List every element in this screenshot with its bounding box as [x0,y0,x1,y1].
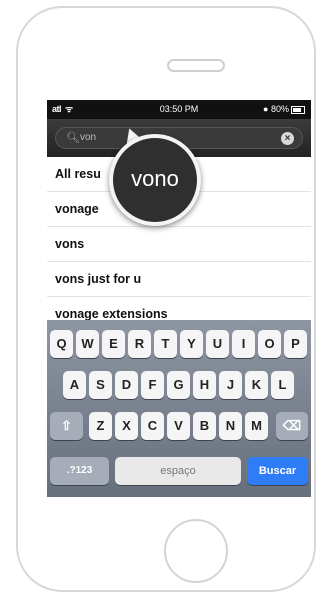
search-value: von [80,132,97,143]
space-key[interactable]: espaço [115,457,241,485]
key-d[interactable]: D [115,371,138,399]
key-m[interactable]: M [245,412,268,440]
battery-indicator: ● 80% [263,100,305,119]
text-magnifier-loupe: vono [109,134,201,226]
key-w[interactable]: W [76,330,99,358]
key-e[interactable]: E [102,330,125,358]
key-s[interactable]: S [89,371,112,399]
shift-key[interactable]: ⇧ [50,412,83,440]
keyboard: Q W E R T Y U I O P A S D F G H J K L ⇧ … [47,320,311,497]
shift-icon: ⇧ [61,418,72,433]
key-b[interactable]: B [193,412,216,440]
clear-icon[interactable]: × [281,132,294,145]
key-k[interactable]: K [245,371,268,399]
key-n[interactable]: N [219,412,242,440]
search-icon: 🔍︎ [66,132,80,144]
key-i[interactable]: I [232,330,255,358]
key-a[interactable]: A [63,371,86,399]
key-r[interactable]: R [128,330,151,358]
battery-icon [291,105,305,114]
backspace-key[interactable]: ⌫ [276,412,308,440]
key-o[interactable]: O [258,330,281,358]
numbers-key[interactable]: .?123 [50,457,109,485]
result-item[interactable]: vons just for u [47,262,311,297]
battery-percent: 80% [270,104,289,114]
key-y[interactable]: Y [180,330,203,358]
key-t[interactable]: T [154,330,177,358]
key-c[interactable]: C [141,412,164,440]
key-q[interactable]: Q [50,330,73,358]
key-f[interactable]: F [141,371,164,399]
phone-screen: atl ᯤ 03:50 PM ● 80% 🔍︎ von × All resu vo… [47,100,311,497]
speaker-slot [167,59,225,72]
key-g[interactable]: G [167,371,190,399]
backspace-icon: ⌫ [282,418,302,433]
result-item[interactable]: vons [47,227,311,262]
status-bar: atl ᯤ 03:50 PM ● 80% [47,100,311,119]
key-z[interactable]: Z [89,412,112,440]
key-h[interactable]: H [193,371,216,399]
key-p[interactable]: P [284,330,307,358]
key-v[interactable]: V [167,412,190,440]
home-button[interactable] [164,519,228,583]
key-u[interactable]: U [206,330,229,358]
key-l[interactable]: L [271,371,294,399]
search-submit-button[interactable]: Buscar [247,457,308,485]
key-x[interactable]: X [115,412,138,440]
key-j[interactable]: J [219,371,242,399]
